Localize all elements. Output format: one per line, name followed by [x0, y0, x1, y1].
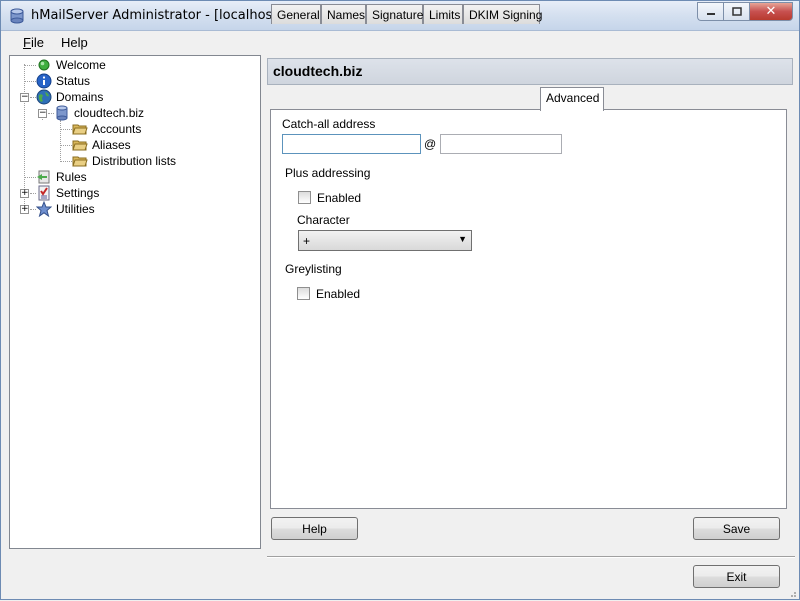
tree-item-distribution-lists[interactable]: Distribution lists [72, 153, 176, 169]
menu-file[interactable]: File [23, 35, 44, 50]
grey-enabled-label: Enabled [316, 287, 361, 301]
window-title: hMailServer Administrator - [localhost] [31, 8, 283, 23]
tree-item-accounts[interactable]: Accounts [72, 121, 141, 137]
catchall-user-input[interactable] [282, 134, 421, 154]
greylisting-heading: Greylisting [285, 262, 342, 276]
tab-signature[interactable]: Signature [366, 4, 423, 24]
star-icon [35, 200, 53, 218]
plus-addressing-heading: Plus addressing [285, 166, 371, 180]
tree-item-aliases[interactable]: Aliases [72, 137, 131, 153]
catchall-label: Catch-all address [282, 117, 376, 131]
tree-item-status[interactable]: Status [36, 73, 90, 89]
folder-icon [72, 153, 88, 169]
tab-advanced[interactable]: Advanced [540, 87, 604, 111]
dropdown-arrow-icon: ▼ [458, 234, 467, 244]
maximize-icon [731, 6, 742, 16]
plus-enabled-label: Enabled [317, 191, 362, 205]
utilities-expand-toggle[interactable]: + [20, 205, 29, 214]
green-dot-icon [36, 57, 52, 73]
separator-line [267, 556, 795, 558]
tree-item-utilities[interactable]: Utilities [35, 200, 95, 218]
maximize-button[interactable] [723, 2, 749, 21]
tree-item-rules[interactable]: Rules [36, 169, 87, 185]
exit-button[interactable]: Exit [693, 565, 780, 588]
character-label: Character [297, 213, 350, 227]
plus-enabled-checkbox[interactable] [298, 191, 311, 204]
close-button[interactable]: ✕ [749, 2, 793, 21]
catchall-domain-input[interactable] [440, 134, 562, 154]
checklist-icon [36, 185, 52, 201]
rules-icon [36, 169, 52, 185]
tree-item-welcome[interactable]: Welcome [36, 57, 106, 73]
tree-item-domain[interactable]: cloudtech.biz [54, 105, 144, 121]
minimize-button[interactable] [697, 2, 723, 21]
database-icon [54, 105, 70, 121]
tab-dkim-signing[interactable]: DKIM Signing [463, 4, 542, 24]
tab-names[interactable]: Names [321, 4, 366, 24]
menu-help[interactable]: Help [61, 35, 88, 50]
navigation-tree[interactable]: − − + + Welcome Status Domains cloudtech… [9, 55, 261, 549]
tab-limits[interactable]: Limits [423, 4, 463, 24]
at-sign-label: @ [424, 137, 437, 151]
character-select[interactable]: + ▼ [298, 230, 472, 251]
panel-header: cloudtech.biz [267, 58, 793, 85]
resize-grip-icon [791, 592, 796, 597]
tree-item-domains[interactable]: Domains [36, 89, 103, 105]
tab-general[interactable]: General [271, 4, 321, 24]
menu-bar: File Help [2, 32, 798, 53]
globe-icon [36, 89, 52, 105]
folder-icon [72, 121, 88, 137]
tree-item-settings[interactable]: Settings [36, 185, 99, 201]
advanced-tab-page: Catch-all address @ Plus addressing Enab… [270, 109, 787, 509]
save-button[interactable]: Save [693, 517, 780, 540]
app-window: hMailServer Administrator - [localhost] … [0, 0, 800, 600]
domain-collapse-toggle[interactable]: − [38, 109, 47, 118]
folder-icon [72, 137, 88, 153]
minimize-icon [706, 12, 715, 15]
panel-title: cloudtech.biz [273, 63, 363, 79]
database-server-icon [9, 8, 25, 24]
grey-enabled-checkbox[interactable] [297, 287, 310, 300]
close-icon: ✕ [765, 4, 777, 19]
info-icon [36, 73, 52, 89]
help-button[interactable]: Help [271, 517, 358, 540]
resize-grip[interactable] [787, 587, 797, 597]
domains-collapse-toggle[interactable]: − [20, 93, 29, 102]
settings-expand-toggle[interactable]: + [20, 189, 29, 198]
